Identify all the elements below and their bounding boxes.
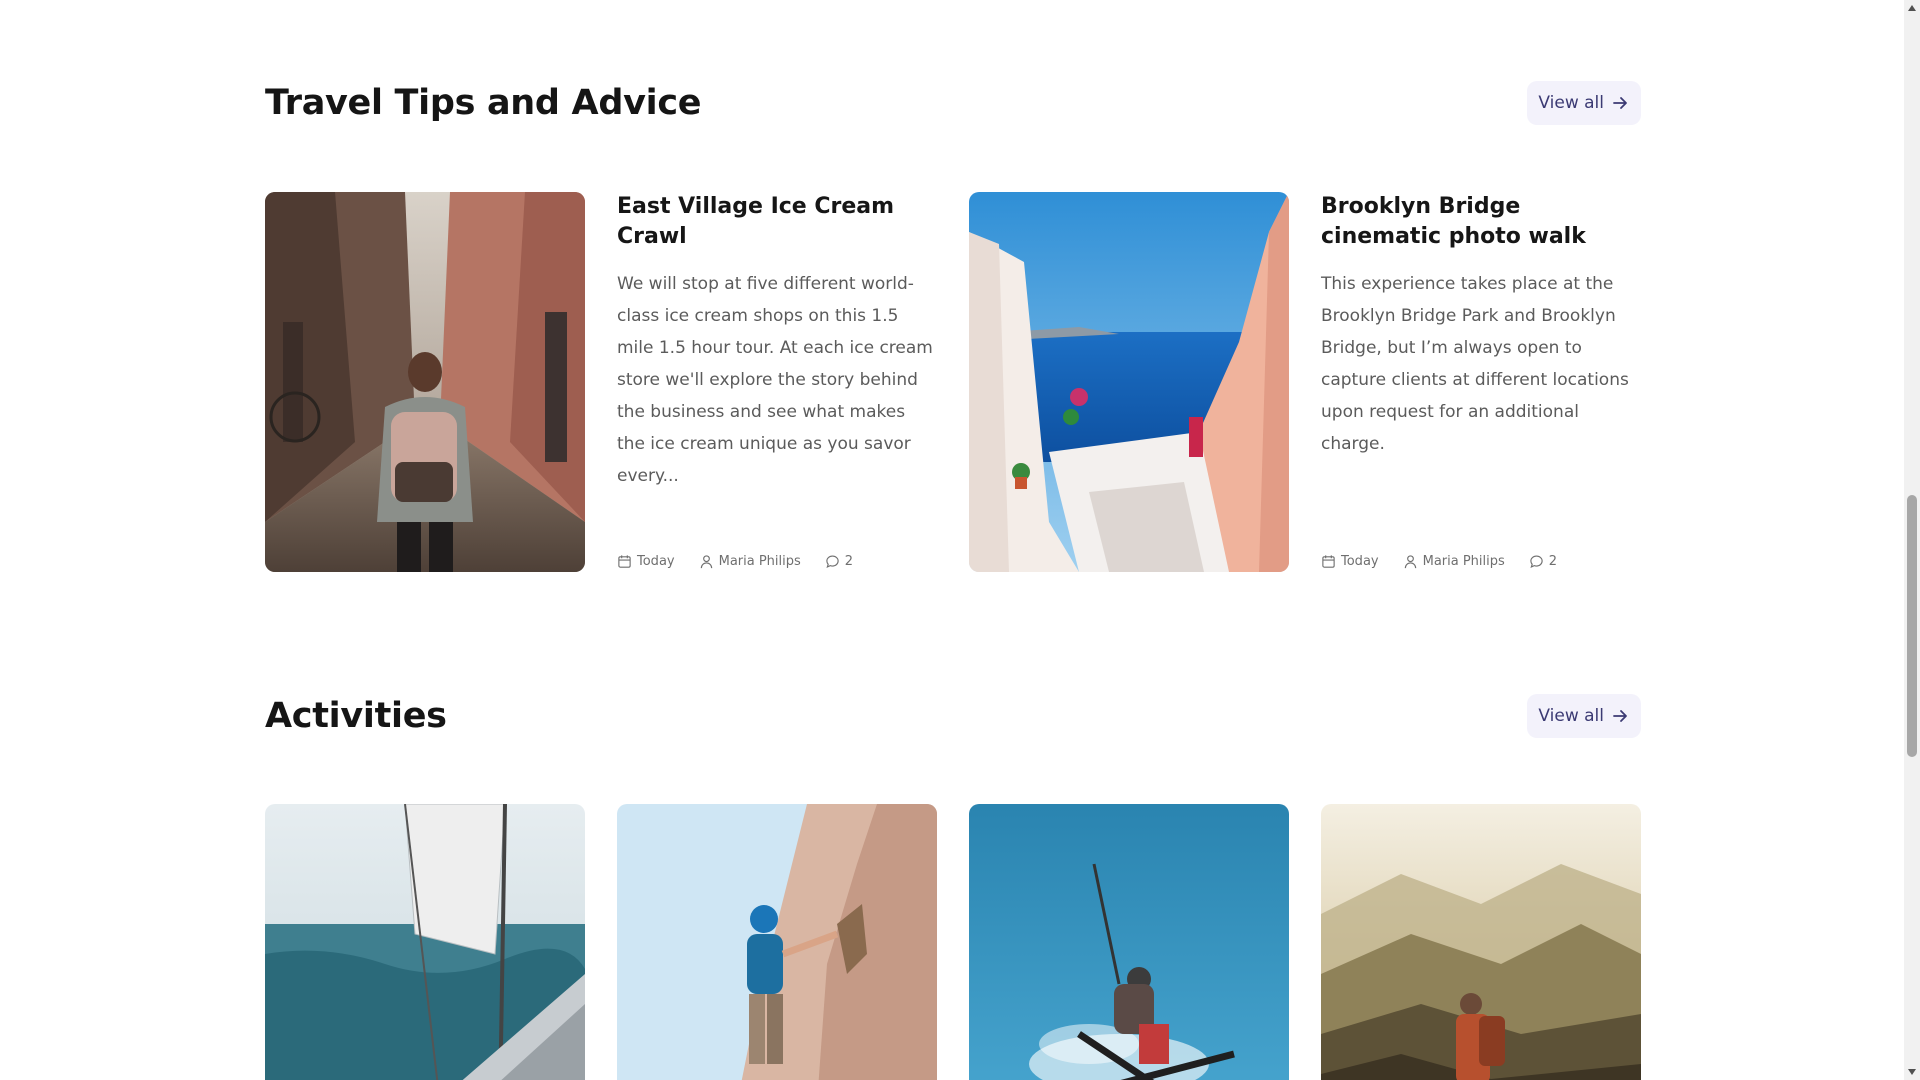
post-image-brooklyn-bridge[interactable] <box>969 192 1289 572</box>
rock-climber-photo <box>617 804 937 1080</box>
post-date: Today <box>1321 554 1379 569</box>
section-title-activities: Activities <box>265 696 447 736</box>
comment-icon <box>1530 555 1543 568</box>
post-card-brooklyn-bridge: Brooklyn Bridge cinematic photo walk Thi… <box>1321 192 1641 572</box>
post-image-ice-cream[interactable] <box>265 192 585 572</box>
arrow-right-icon <box>1613 97 1627 109</box>
post-comments[interactable]: 2 <box>1529 554 1557 569</box>
activity-card-sailing[interactable] <box>265 804 585 1080</box>
post-date-label: Today <box>1341 554 1379 569</box>
post-comments-count: 2 <box>1548 554 1558 569</box>
mountain-hiker-photo <box>1321 804 1641 1080</box>
scrollbar-thumb[interactable] <box>1907 495 1917 757</box>
post-author[interactable]: Maria Philips <box>699 554 801 569</box>
activity-card-skiing[interactable] <box>969 804 1289 1080</box>
view-all-label: View all <box>1538 93 1604 113</box>
view-all-label: View all <box>1538 706 1604 726</box>
post-author[interactable]: Maria Philips <box>1403 554 1505 569</box>
post-title[interactable]: Brooklyn Bridge cinematic photo walk <box>1321 192 1641 252</box>
post-date: Today <box>617 554 675 569</box>
post-author-label: Maria Philips <box>1422 554 1505 569</box>
alley-backpacker-photo <box>265 192 585 572</box>
comment-icon <box>826 555 839 568</box>
activity-card-hiking[interactable] <box>1321 804 1641 1080</box>
scroll-down-icon[interactable] <box>1908 1069 1916 1075</box>
section-title-travel: Travel Tips and Advice <box>265 83 702 123</box>
sailboat-photo <box>265 804 585 1080</box>
user-icon <box>700 555 712 569</box>
travel-section-header: Travel Tips and Advice View all <box>265 78 1641 128</box>
scroll-up-icon[interactable] <box>1908 5 1916 11</box>
vertical-scrollbar[interactable] <box>1904 0 1920 1080</box>
view-all-travel-button[interactable]: View all <box>1527 81 1641 125</box>
post-excerpt: We will stop at five different world-cla… <box>617 274 933 486</box>
page: Travel Tips and Advice View all East Vil… <box>0 0 1904 1080</box>
activity-card-climbing[interactable] <box>617 804 937 1080</box>
santorini-stairs-photo <box>969 192 1289 572</box>
post-comments[interactable]: 2 <box>825 554 853 569</box>
arrow-right-icon <box>1613 710 1627 722</box>
post-comments-count: 2 <box>844 554 854 569</box>
post-author-label: Maria Philips <box>718 554 801 569</box>
view-all-activities-button[interactable]: View all <box>1527 694 1641 738</box>
post-meta: Today Maria Philips 2 <box>617 554 877 569</box>
user-icon <box>1404 555 1416 569</box>
post-card-ice-cream: East Village Ice Cream Crawl We will sto… <box>617 192 937 572</box>
post-excerpt: This experience takes place at the Brook… <box>1321 274 1629 454</box>
skier-jump-photo <box>969 804 1289 1080</box>
activities-section-header: Activities View all <box>265 691 1641 741</box>
post-title[interactable]: East Village Ice Cream Crawl <box>617 192 937 252</box>
post-meta: Today Maria Philips 2 <box>1321 554 1581 569</box>
calendar-icon <box>618 555 631 568</box>
calendar-icon <box>1322 555 1335 568</box>
post-date-label: Today <box>637 554 675 569</box>
